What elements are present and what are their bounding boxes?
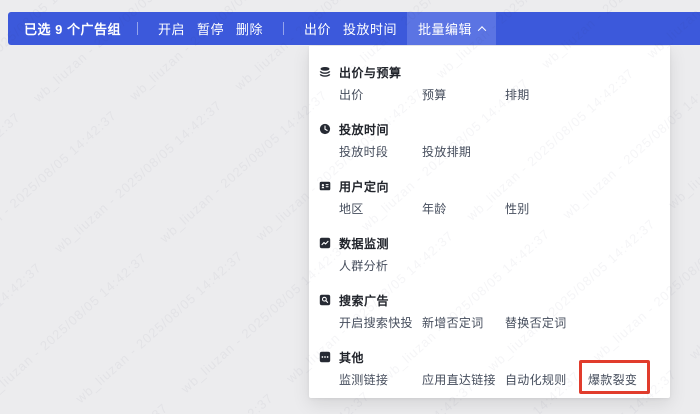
bulk-action-toolbar: 已选 9 个广告组 开启 暂停 删除 出价 投放时间 批量编辑 [8, 12, 700, 45]
batch-edit-dropdown: 出价与预算 出价 预算 排期 投放时间 投放时段 投放排期 用户定向 地区 年龄 性别 数… [309, 46, 670, 398]
delete-button[interactable]: 删除 [236, 19, 263, 38]
menu-section-title: 用户定向 [339, 180, 390, 194]
menu-item[interactable]: 爆款裂变 [578, 360, 671, 394]
highlight-annotation-box: 爆款裂变 [578, 360, 651, 394]
menu-item[interactable]: 监测链接 [339, 372, 422, 388]
bid-button[interactable]: 出价 [304, 19, 331, 38]
delivery-time-button[interactable]: 投放时间 [343, 19, 397, 38]
menu-section-title: 投放时间 [339, 123, 390, 137]
menu-section: 用户定向 地区 年龄 性别 [309, 179, 670, 217]
chevron-up-icon [477, 25, 487, 35]
menu-section-title: 数据监测 [339, 237, 390, 251]
toolbar-divider [283, 22, 285, 35]
toolbar-divider [136, 22, 138, 35]
screen: 已选 9 个广告组 开启 暂停 删除 出价 投放时间 批量编辑 出价与预算 出价 预算排… [0, 0, 700, 414]
menu-item[interactable]: 替换否定词 [505, 315, 588, 331]
menu-item[interactable]: 投放时段 [339, 144, 422, 160]
clock-icon [319, 123, 331, 135]
menu-item[interactable]: 应用直达链接 [422, 372, 505, 388]
menu-section-title: 出价与预算 [339, 66, 402, 80]
menu-item[interactable]: 新增否定词 [422, 315, 505, 331]
menu-item[interactable]: 开启搜索快投 [339, 315, 422, 331]
menu-item[interactable]: 地区 [339, 201, 422, 217]
menu-item[interactable]: 预算 [422, 87, 505, 103]
menu-item[interactable]: 人群分析 [339, 258, 422, 274]
menu-section-items: 监测链接 应用直达链接 自动化规则 爆款裂变 [339, 360, 671, 394]
menu-section-items: 投放时段 投放排期 [339, 144, 670, 160]
menu-item[interactable]: 年龄 [422, 201, 505, 217]
menu-section: 数据监测 人群分析 [309, 236, 670, 274]
menu-item[interactable]: 性别 [505, 201, 588, 217]
toolbar-group-state: 开启 暂停 删除 [152, 19, 269, 38]
menu-section: 其他 监测链接 应用直达链接 自动化规则 爆款裂变 [309, 350, 671, 394]
menu-section: 搜索广告 开启搜索快投 新增否定词 替换否定词 [309, 293, 670, 331]
menu-section-title: 其他 [339, 351, 365, 365]
more-icon [319, 351, 331, 363]
id-card-icon [319, 180, 331, 192]
enable-button[interactable]: 开启 [158, 19, 185, 38]
toolbar-group-edit: 出价 投放时间 [298, 19, 403, 38]
menu-section-items: 出价 预算 排期 [339, 87, 670, 103]
menu-section-items: 人群分析 [339, 258, 670, 274]
menu-item[interactable]: 排期 [505, 87, 588, 103]
menu-item[interactable]: 自动化规则 [505, 372, 588, 388]
pause-button[interactable]: 暂停 [197, 19, 224, 38]
menu-section-items: 地区 年龄 性别 [339, 201, 670, 217]
menu-section: 出价与预算 出价 预算 排期 [309, 65, 670, 103]
batch-edit-button[interactable]: 批量编辑 [407, 12, 497, 45]
menu-item[interactable]: 出价 [339, 87, 422, 103]
monitor-icon [319, 237, 331, 249]
search-ad-icon [319, 294, 331, 306]
menu-section-title: 搜索广告 [339, 294, 390, 308]
batch-edit-label: 批量编辑 [418, 22, 473, 37]
menu-section: 投放时间 投放时段 投放排期 [309, 122, 670, 160]
menu-item[interactable]: 投放排期 [422, 144, 505, 160]
selection-count-label: 已选 9 个广告组 [24, 22, 121, 37]
coins-icon [319, 66, 331, 78]
menu-section-items: 开启搜索快投 新增否定词 替换否定词 [339, 315, 670, 331]
